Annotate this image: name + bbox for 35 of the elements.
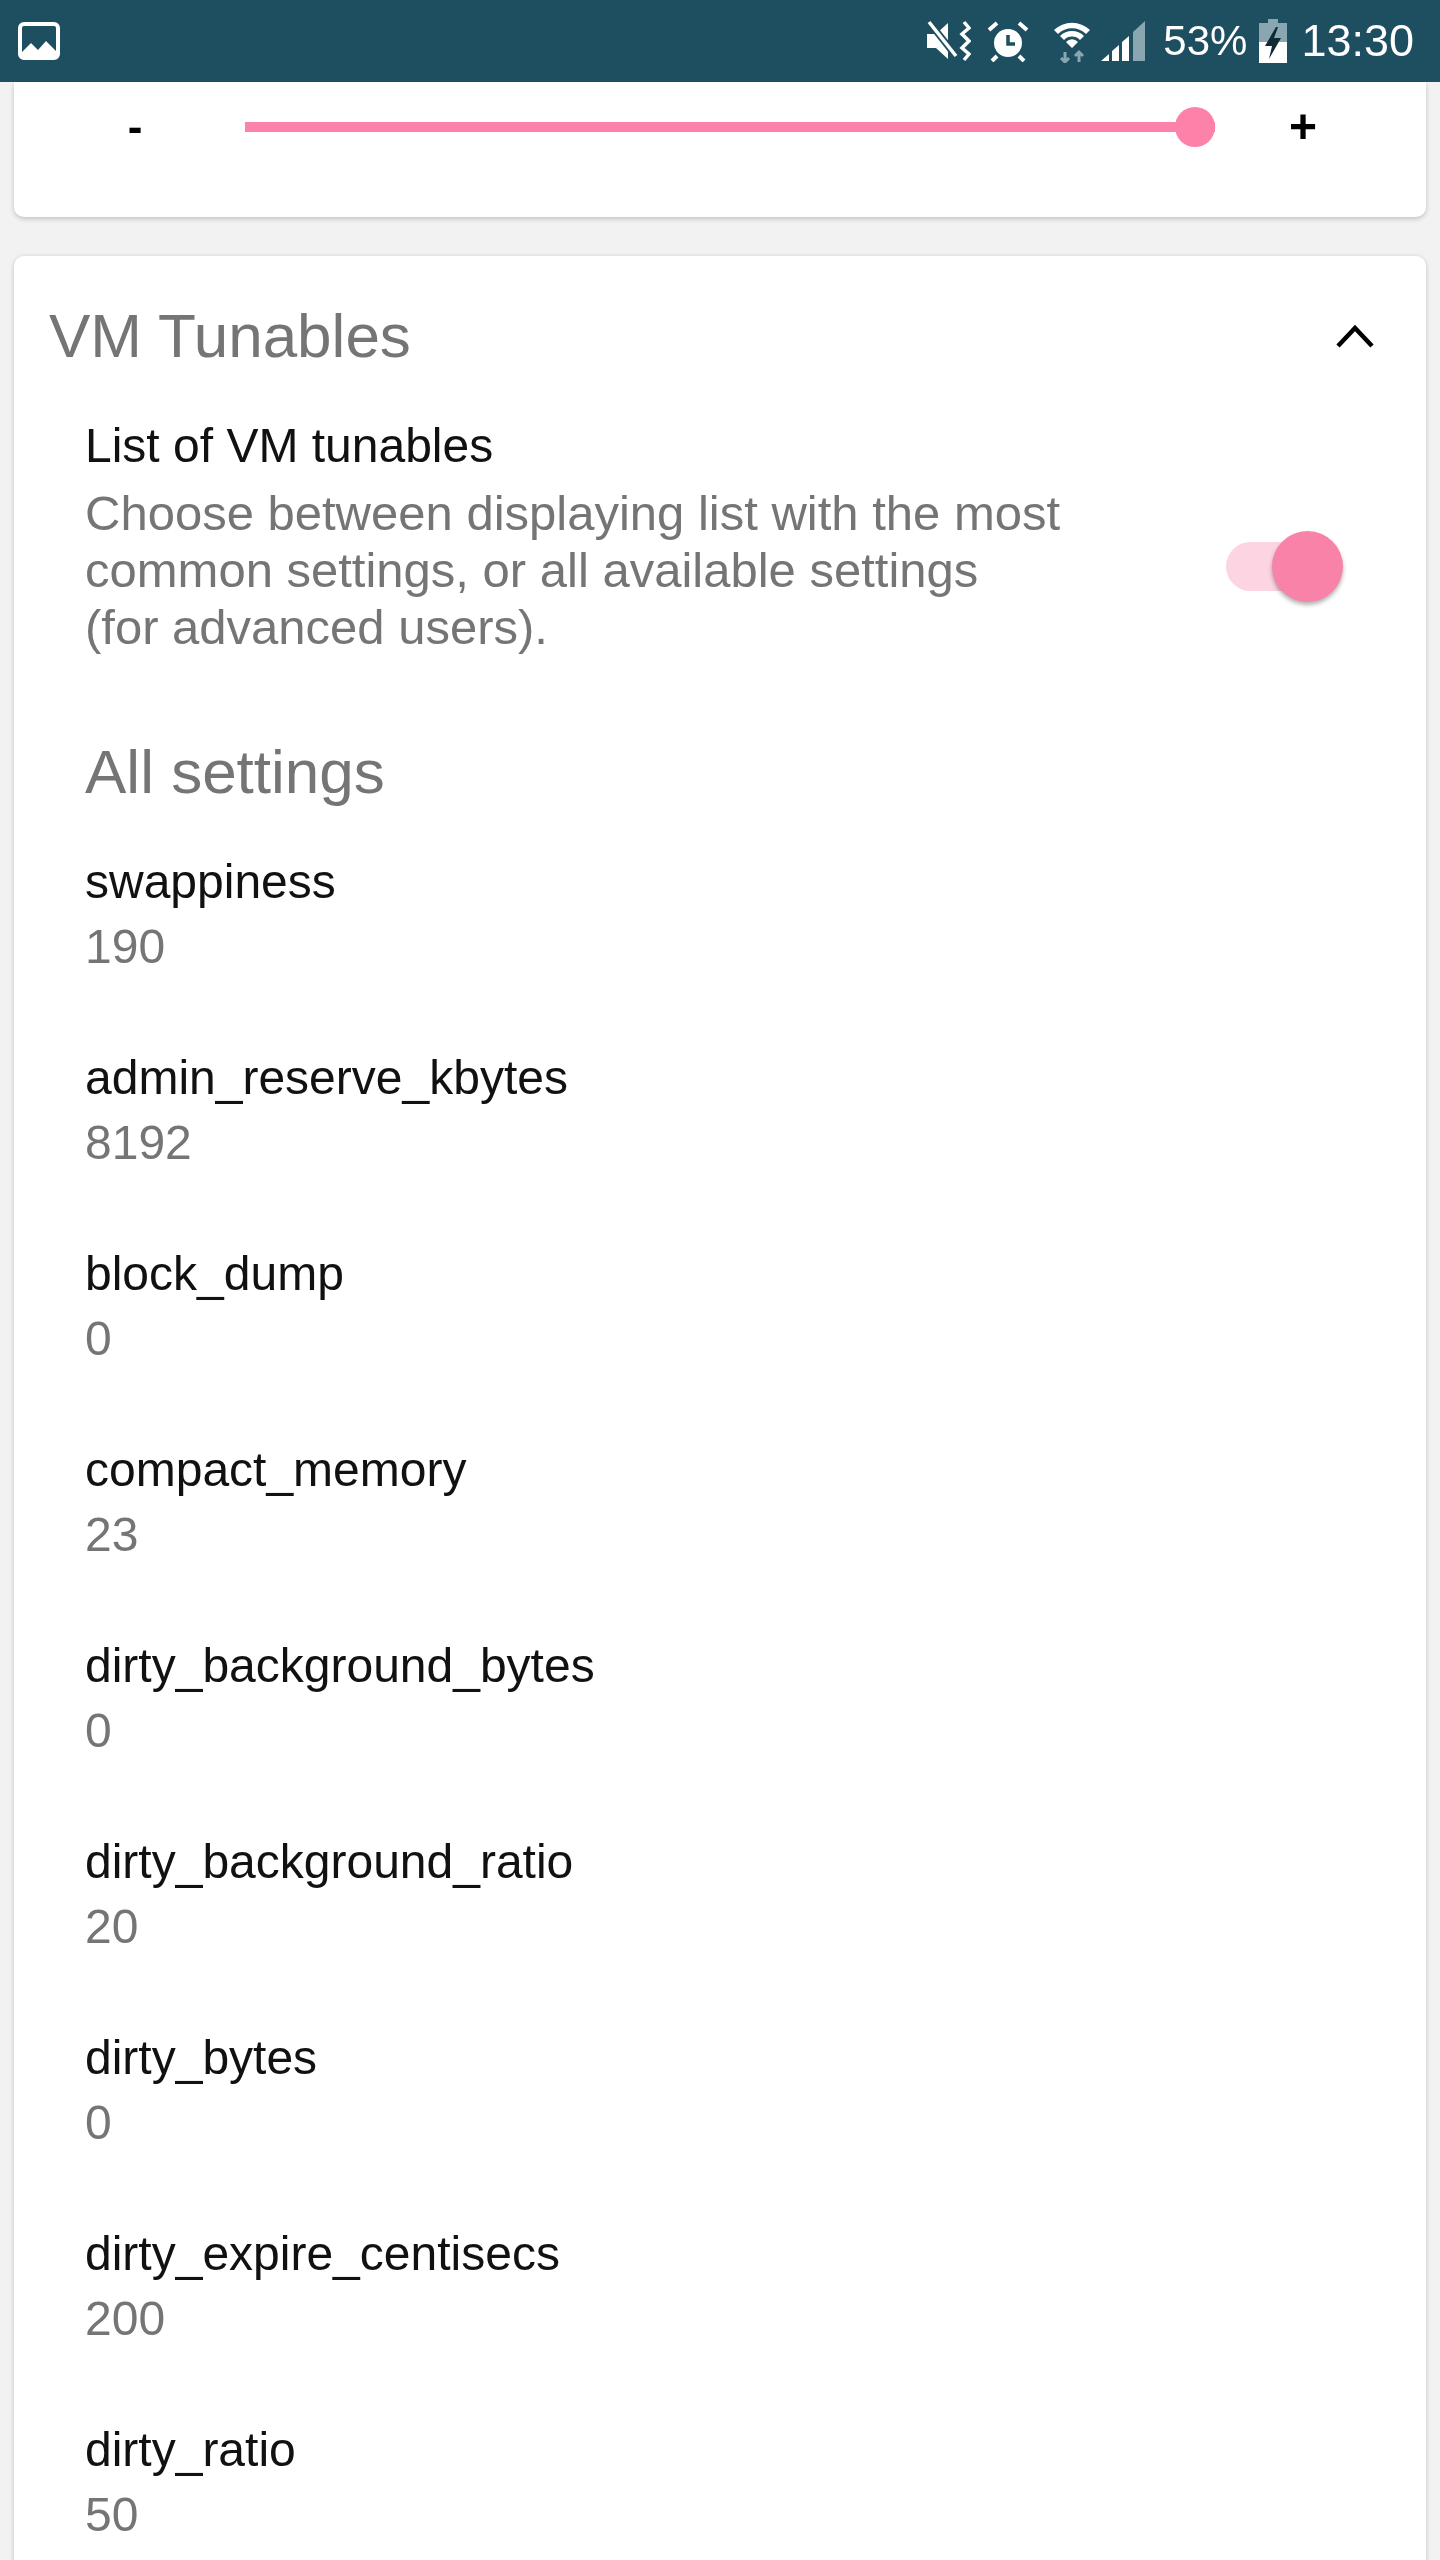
toggle-description: Choose between displaying list with the most common settings, or all available settings (for advanced users).	[85, 485, 1062, 656]
setting-name: dirty_expire_centisecs	[85, 2226, 560, 2282]
setting-value: 23	[85, 1507, 139, 1563]
toggle-title: List of VM tunables	[85, 418, 494, 474]
decrease-button[interactable]: -	[100, 107, 170, 147]
setting-name: swappiness	[85, 854, 336, 910]
section-heading: All settings	[85, 736, 385, 808]
setting-name: block_dump	[85, 1246, 344, 1302]
setting-value: 200	[85, 2291, 166, 2347]
setting-name: dirty_background_ratio	[85, 1834, 574, 1890]
signal-icon	[1101, 21, 1146, 61]
setting-value: 20	[85, 1899, 139, 1955]
toggle-switch[interactable]	[1226, 531, 1343, 602]
setting-value: 8192	[85, 1115, 192, 1171]
setting-name: dirty_bytes	[85, 2030, 318, 2086]
setting-value: 0	[85, 2095, 112, 2151]
setting-name: admin_reserve_kbytes	[85, 1050, 568, 1106]
slider-track[interactable]	[245, 107, 1215, 147]
card-title: VM Tunables	[49, 300, 411, 372]
setting-name: dirty_background_bytes	[85, 1638, 595, 1694]
slider-thumb[interactable]	[1175, 107, 1215, 147]
image-icon	[18, 22, 60, 60]
battery-percent: 53%	[1163, 16, 1248, 66]
setting-value: 0	[85, 1311, 112, 1367]
setting-value: 190	[85, 919, 166, 975]
setting-name: compact_memory	[85, 1442, 467, 1498]
increase-button[interactable]: +	[1268, 107, 1338, 147]
mute-vibrate-icon	[927, 20, 972, 62]
alarm-clock-icon	[987, 20, 1030, 62]
setting-value: 50	[85, 2487, 139, 2543]
chevron-up-icon[interactable]	[1335, 323, 1375, 349]
setting-name: dirty_ratio	[85, 2422, 296, 2478]
battery-charging-icon	[1259, 19, 1288, 63]
status-time: 13:30	[1301, 15, 1414, 67]
setting-value: 0	[85, 1703, 112, 1759]
